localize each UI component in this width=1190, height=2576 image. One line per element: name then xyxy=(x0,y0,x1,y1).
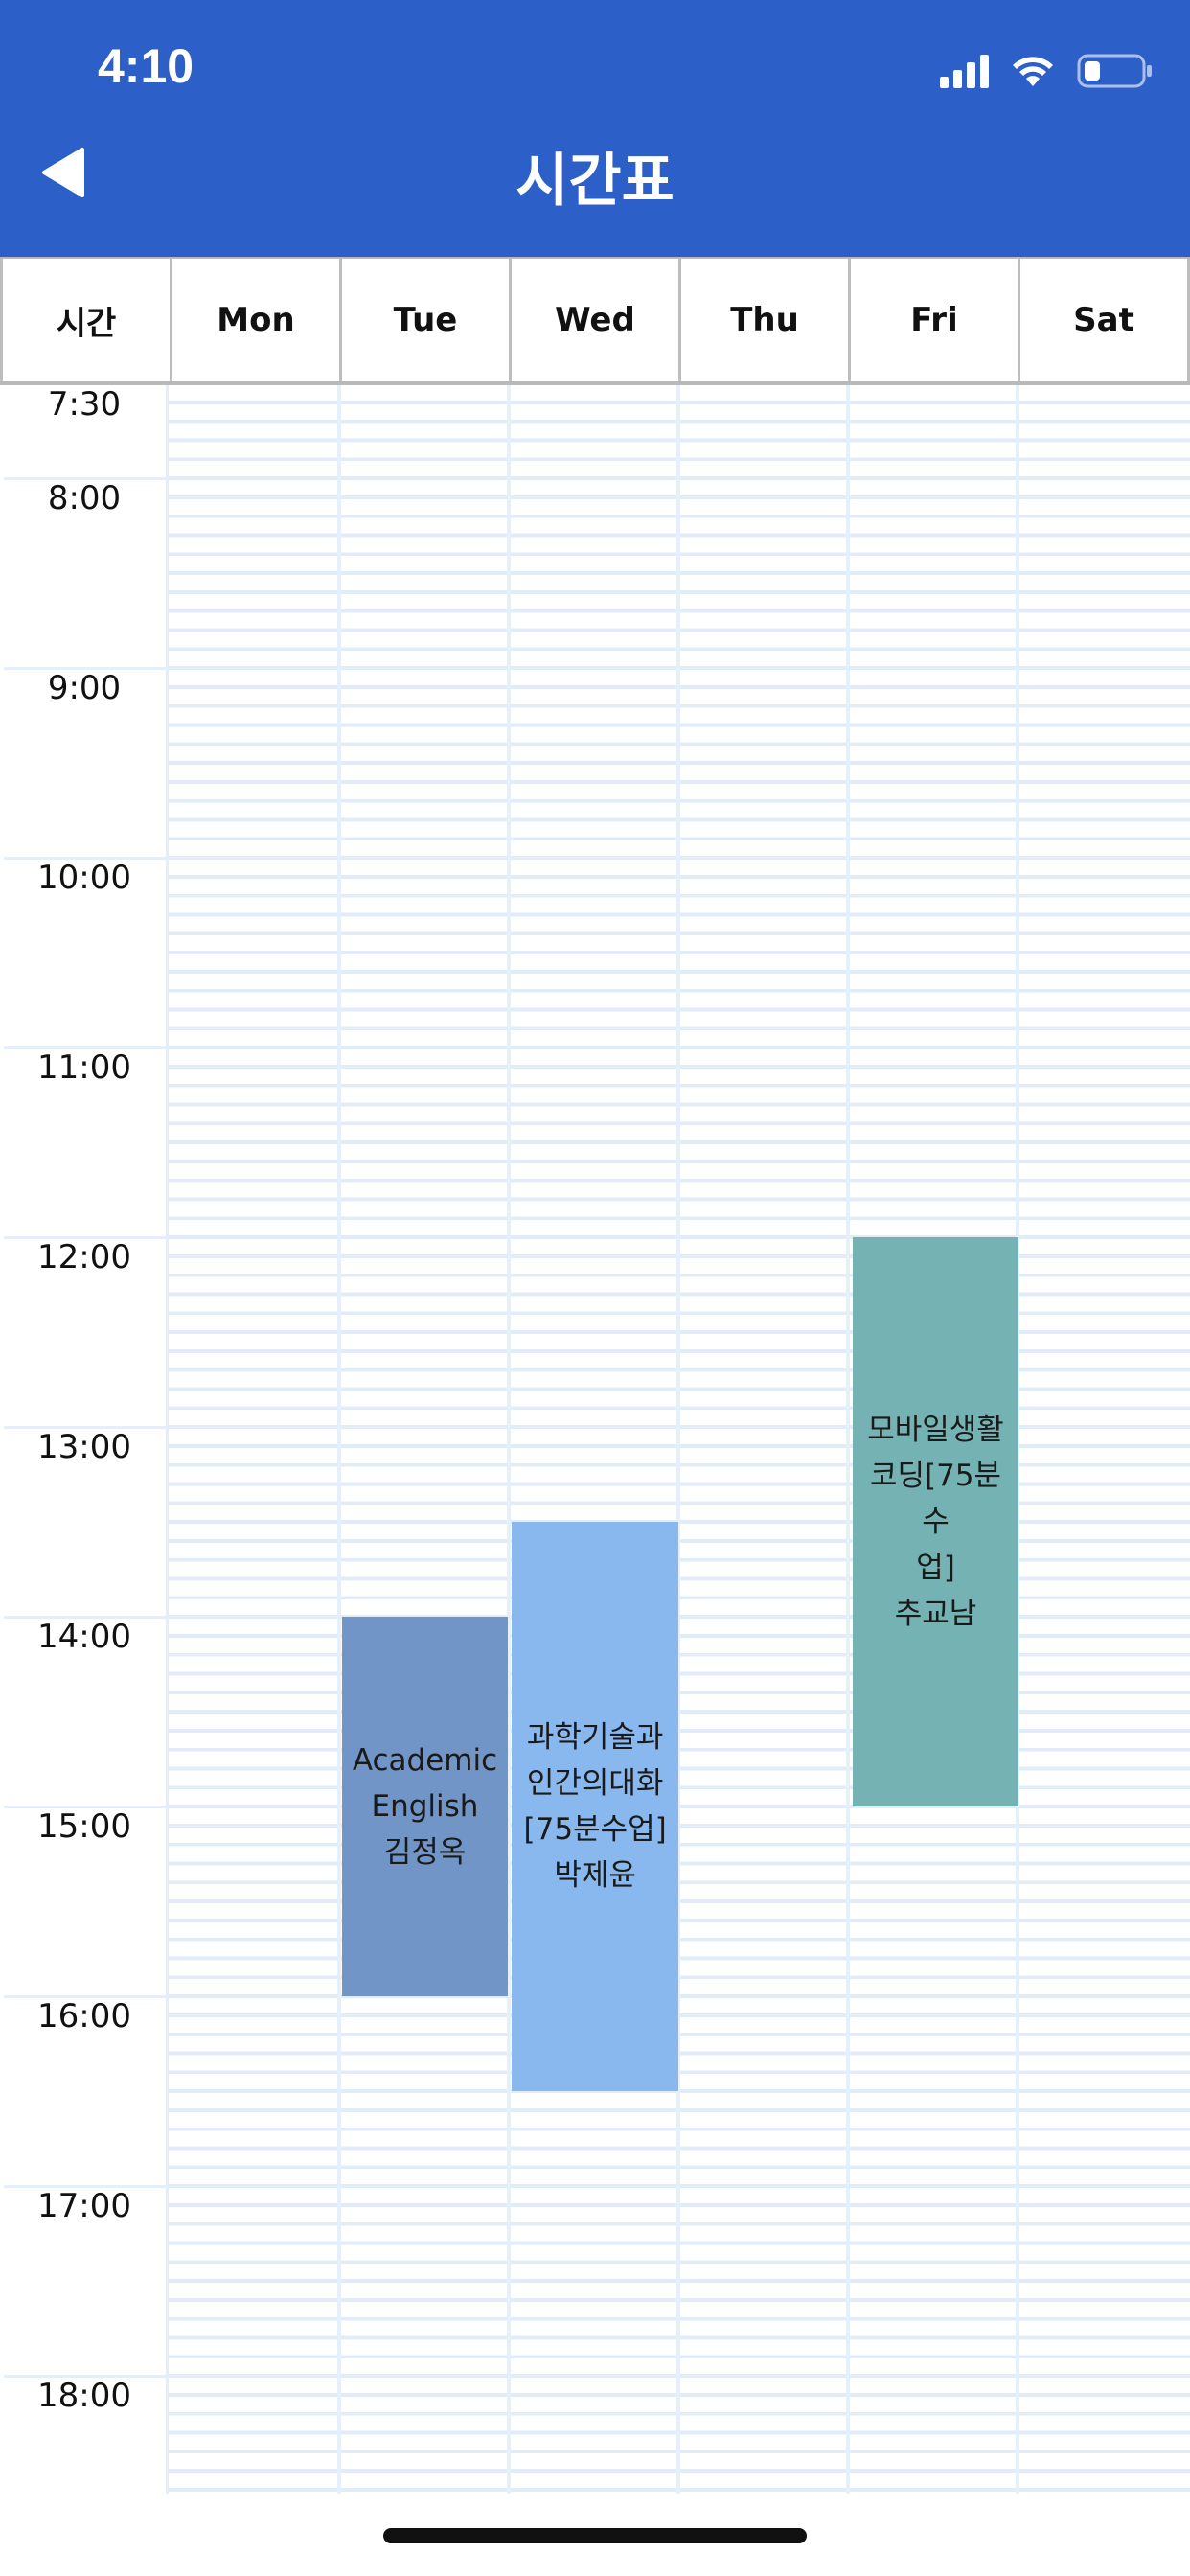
signal-icon xyxy=(940,54,989,88)
time-label-1600: 16:00 xyxy=(37,1997,131,2036)
top-bar: 4:10 시간표 xyxy=(0,0,1190,257)
home-indicator xyxy=(383,2528,807,2543)
page-title: 시간표 xyxy=(515,148,675,215)
time-label-1800: 18:00 xyxy=(37,2377,131,2415)
timetable-grid: 7:30 8:00 9:00 10:00 11:00 12:00 13:00 1… xyxy=(0,385,1190,2494)
header-day-fri: Fri xyxy=(851,259,1020,381)
time-label-1200: 12:00 xyxy=(37,1238,131,1276)
time-label-1300: 13:00 xyxy=(37,1428,131,1466)
day-divider xyxy=(507,385,511,2494)
day-divider xyxy=(676,385,680,2494)
time-label-1100: 11:00 xyxy=(37,1048,131,1087)
time-label-1700: 17:00 xyxy=(37,2187,131,2225)
header-day-mon: Mon xyxy=(172,259,342,381)
time-label-0730: 7:30 xyxy=(47,385,122,424)
battery-icon xyxy=(1077,52,1154,90)
day-divider xyxy=(846,385,850,2494)
status-icons xyxy=(940,50,1154,92)
course-text: Academic English 김정옥 xyxy=(352,1743,498,1870)
time-label-1400: 14:00 xyxy=(37,1618,131,1656)
status-time: 4:10 xyxy=(98,39,195,93)
time-label-1000: 10:00 xyxy=(37,859,131,897)
time-column: 7:30 8:00 9:00 10:00 11:00 12:00 13:00 1… xyxy=(0,385,169,2494)
time-label-0900: 9:00 xyxy=(47,669,122,707)
header-day-sat: Sat xyxy=(1020,259,1190,381)
course-text: 과학기술과 인간의대화 [75분수업] 박제윤 xyxy=(523,1720,667,1893)
course-text: 모바일생활 코딩[75분수 업] 추교남 xyxy=(867,1413,1004,1631)
course-block-mobile-coding[interactable]: 모바일생활 코딩[75분수 업] 추교남 xyxy=(852,1237,1019,1806)
time-label-0800: 8:00 xyxy=(47,479,122,518)
course-block-science-technology[interactable]: 과학기술과 인간의대화 [75분수업] 박제윤 xyxy=(512,1522,678,2091)
schedule-area: Academic English 김정옥 과학기술과 인간의대화 [75분수업]… xyxy=(169,385,1190,2494)
wifi-icon xyxy=(1010,54,1056,88)
header-day-wed: Wed xyxy=(512,259,681,381)
header-day-thu: Thu xyxy=(681,259,851,381)
header-time: 시간 xyxy=(0,259,172,381)
header-day-tue: Tue xyxy=(342,259,512,381)
day-divider xyxy=(337,385,341,2494)
course-block-academic-english[interactable]: Academic English 김정옥 xyxy=(341,1617,509,1996)
timetable-header: 시간 Mon Tue Wed Thu Fri Sat xyxy=(0,257,1190,385)
time-label-1500: 15:00 xyxy=(37,1807,131,1846)
